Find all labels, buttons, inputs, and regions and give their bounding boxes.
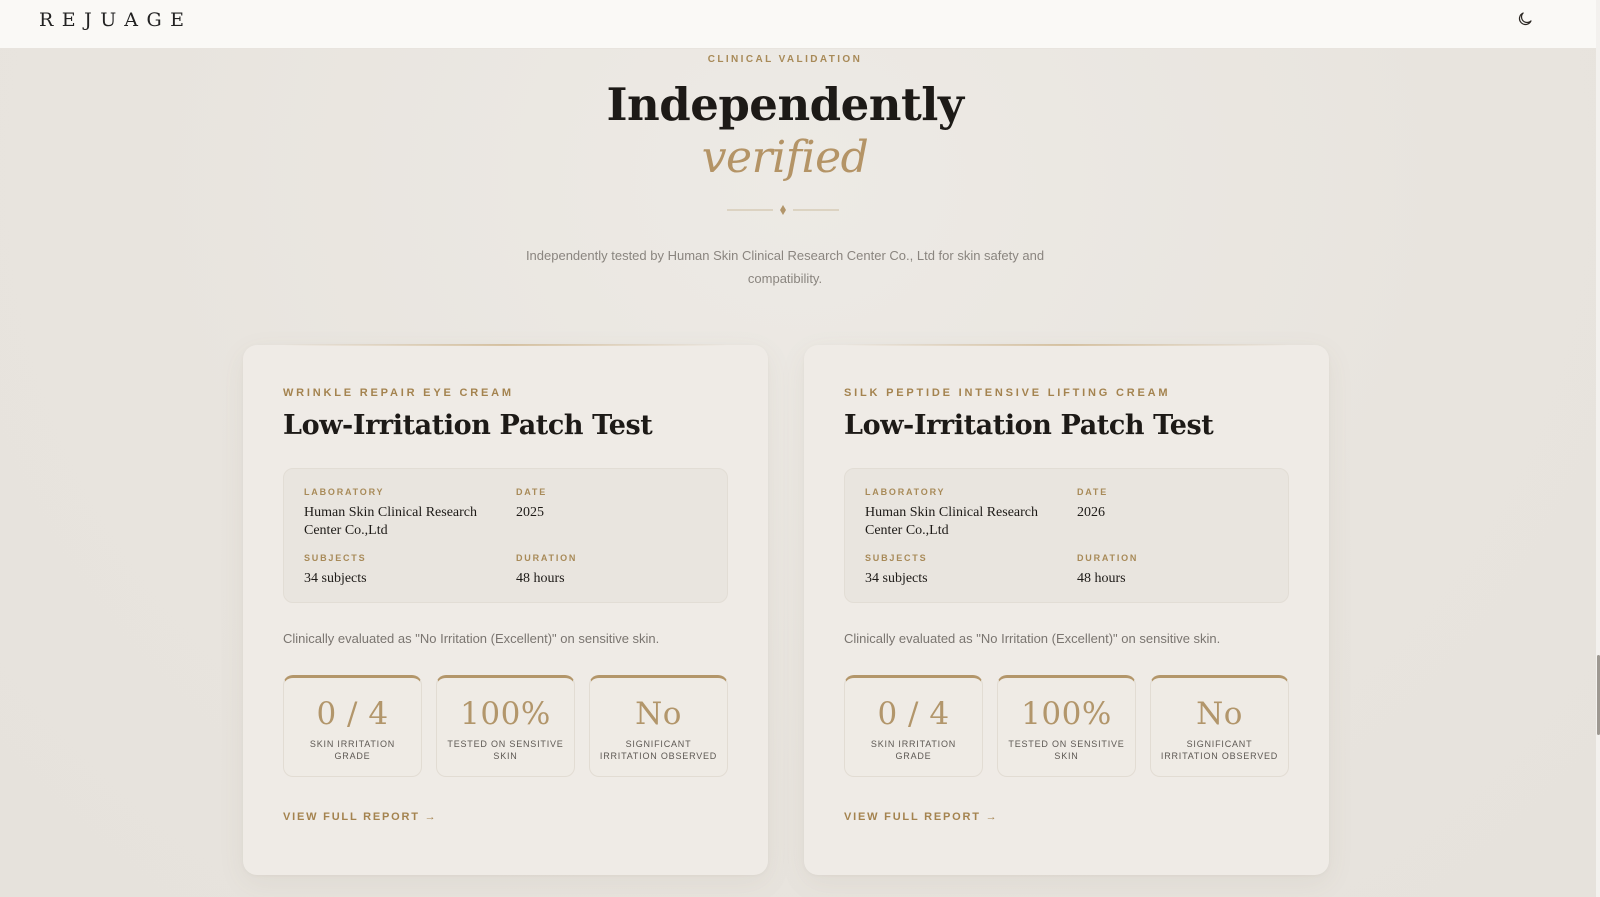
- stat-caption: SIGNIFICANT IRRITATION OBSERVED: [1160, 739, 1279, 761]
- stat-value: 100%: [460, 696, 551, 732]
- section-title-accent: verified: [701, 132, 869, 183]
- stat-tile: No SIGNIFICANT IRRITATION OBSERVED: [589, 675, 728, 777]
- stat-tile: 100% TESTED ON SENSITIVE SKIN: [436, 675, 575, 777]
- moon-icon[interactable]: [1516, 10, 1534, 28]
- stat-tile: 100% TESTED ON SENSITIVE SKIN: [997, 675, 1136, 777]
- stat-caption: SKIN IRRITATION GRADE: [870, 739, 957, 761]
- view-full-report-link[interactable]: VIEW FULL REPORT →: [844, 811, 998, 823]
- stat-value: 100%: [1021, 696, 1112, 732]
- subjects-field: SUBJECTS 34 subjects: [304, 553, 494, 588]
- stat-value: 0 / 4: [316, 696, 389, 732]
- date-field: DATE 2026: [1077, 487, 1267, 522]
- subjects-field: SUBJECTS 34 subjects: [865, 553, 1055, 588]
- section-eyebrow: CLINICAL VALIDATION: [707, 54, 863, 65]
- laboratory-label: LABORATORY: [865, 487, 946, 497]
- laboratory-value: Human Skin Clinical Research Center Co.,…: [304, 505, 478, 538]
- card-title: Low-Irritation Patch Test: [283, 410, 653, 441]
- patch-test-card: SILK PEPTIDE INTENSIVE LIFTING CREAM Low…: [804, 344, 1329, 875]
- laboratory-value: Human Skin Clinical Research Center Co.,…: [865, 505, 1039, 538]
- subjects-value: 34 subjects: [304, 571, 367, 586]
- divider-ornament: [727, 205, 839, 215]
- result-summary: Clinically evaluated as "No Irritation (…: [844, 631, 1221, 646]
- duration-label: DURATION: [516, 553, 578, 563]
- duration-field: DURATION 48 hours: [516, 553, 706, 588]
- subjects-label: SUBJECTS: [865, 553, 928, 563]
- duration-label: DURATION: [1077, 553, 1139, 563]
- duration-field: DURATION 48 hours: [1077, 553, 1267, 588]
- stat-tile: No SIGNIFICANT IRRITATION OBSERVED: [1150, 675, 1289, 777]
- stat-tile: 0 / 4 SKIN IRRITATION GRADE: [844, 675, 983, 777]
- test-details-box: LABORATORY Human Skin Clinical Research …: [283, 468, 728, 603]
- stat-caption: TESTED ON SENSITIVE SKIN: [447, 739, 564, 761]
- laboratory-field: LABORATORY Human Skin Clinical Research …: [304, 487, 494, 540]
- patch-test-card: WRINKLE REPAIR EYE CREAM Low-Irritation …: [243, 344, 768, 875]
- date-value: 2025: [516, 505, 544, 520]
- date-label: DATE: [1077, 487, 1109, 497]
- stat-caption: TESTED ON SENSITIVE SKIN: [1008, 739, 1125, 761]
- product-name: SILK PEPTIDE INTENSIVE LIFTING CREAM: [844, 387, 1171, 399]
- stat-caption: SIGNIFICANT IRRITATION OBSERVED: [599, 739, 718, 761]
- subjects-label: SUBJECTS: [304, 553, 367, 563]
- result-summary: Clinically evaluated as "No Irritation (…: [283, 631, 660, 646]
- brand-logo[interactable]: REJUAGE: [39, 9, 193, 31]
- laboratory-field: LABORATORY Human Skin Clinical Research …: [865, 487, 1055, 540]
- stat-tile: 0 / 4 SKIN IRRITATION GRADE: [283, 675, 422, 777]
- top-navbar: REJUAGE: [0, 0, 1596, 49]
- section-title: Independently: [606, 78, 964, 131]
- date-field: DATE 2025: [516, 487, 706, 522]
- stat-value: No: [635, 696, 682, 732]
- duration-value: 48 hours: [516, 571, 565, 586]
- card-title: Low-Irritation Patch Test: [844, 410, 1214, 441]
- section-description: Independently tested by Human Skin Clini…: [525, 248, 1045, 286]
- duration-value: 48 hours: [1077, 571, 1126, 586]
- view-full-report-link[interactable]: VIEW FULL REPORT →: [283, 811, 437, 823]
- test-details-box: LABORATORY Human Skin Clinical Research …: [844, 468, 1289, 603]
- subjects-value: 34 subjects: [865, 571, 928, 586]
- stat-caption: SKIN IRRITATION GRADE: [309, 739, 396, 761]
- date-label: DATE: [516, 487, 548, 497]
- date-value: 2026: [1077, 505, 1105, 520]
- page-scrollbar[interactable]: [1596, 0, 1600, 897]
- stat-value: No: [1196, 696, 1243, 732]
- stat-value: 0 / 4: [877, 696, 950, 732]
- product-name: WRINKLE REPAIR EYE CREAM: [283, 387, 514, 399]
- laboratory-label: LABORATORY: [304, 487, 385, 497]
